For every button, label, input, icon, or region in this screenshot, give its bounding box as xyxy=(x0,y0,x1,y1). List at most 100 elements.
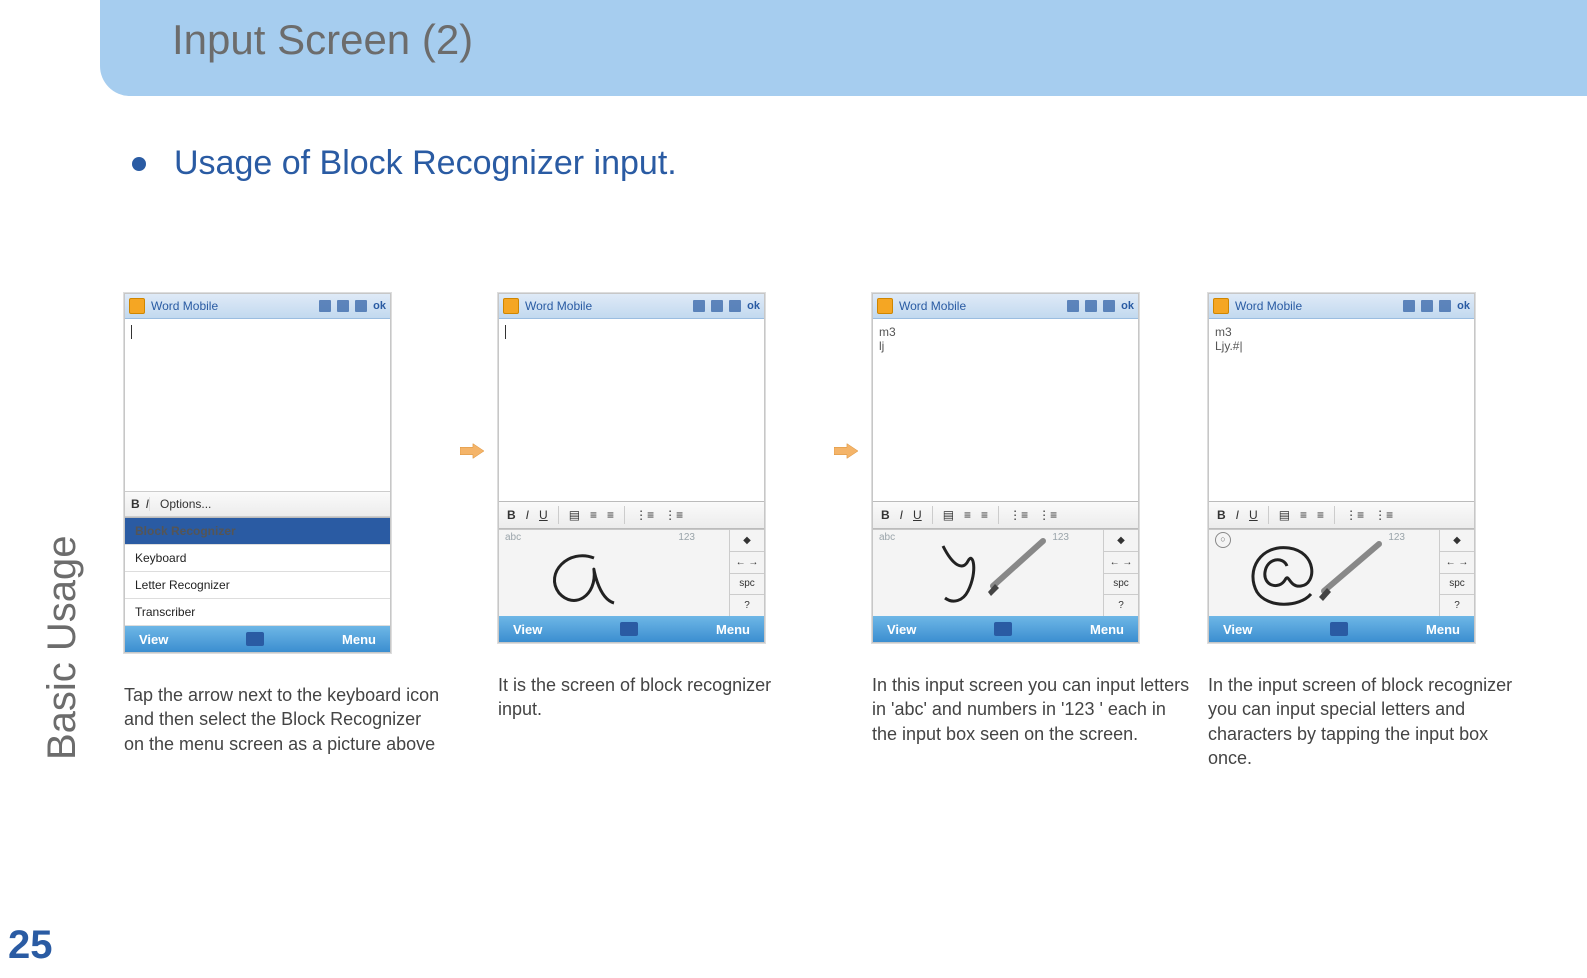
app-title: Word Mobile xyxy=(1235,299,1302,313)
menu-item-letter-recognizer[interactable]: Letter Recognizer xyxy=(125,572,390,599)
underline-button[interactable]: U xyxy=(1247,508,1260,522)
bullets-icon[interactable]: ⋮≡ xyxy=(1343,508,1366,522)
bullet-line: Usage of Block Recognizer input. xyxy=(132,144,1587,183)
align-right-icon[interactable]: ≡ xyxy=(979,508,990,522)
options-button[interactable]: Options... xyxy=(149,497,221,511)
view-softkey[interactable]: View xyxy=(887,622,916,637)
input-toggle-icon[interactable] xyxy=(994,622,1012,636)
doc-line-2: Ljy.#| xyxy=(1215,339,1468,353)
menu-softkey[interactable]: Menu xyxy=(1426,622,1460,637)
section-label: Basic Usage xyxy=(0,300,60,600)
bold-button[interactable]: B xyxy=(125,497,146,511)
rec-arrows[interactable]: ← → xyxy=(730,552,764,574)
rec-question[interactable]: ? xyxy=(1104,595,1138,616)
rec-question[interactable]: ? xyxy=(1440,595,1474,616)
bullets-icon[interactable]: ⋮≡ xyxy=(1007,508,1030,522)
arrow-right-icon xyxy=(834,443,858,459)
123-hint: 123 xyxy=(1388,532,1405,543)
ok-softkey[interactable]: ok xyxy=(747,300,760,312)
rec-arrows[interactable]: ← → xyxy=(1104,552,1138,574)
handwriting-stroke-at xyxy=(1239,536,1389,610)
numbering-icon[interactable]: ⋮≡ xyxy=(662,508,685,522)
italic-button[interactable]: I xyxy=(524,508,531,522)
recognizer-panel[interactable]: abc 123 ◆ ← → spc ? xyxy=(499,529,764,616)
italic-button[interactable]: I xyxy=(1234,508,1241,522)
view-softkey[interactable]: View xyxy=(139,632,168,647)
connection-icon xyxy=(693,300,705,312)
recognizer-panel[interactable]: 123 ○ ◆ ← → xyxy=(1209,529,1474,616)
menu-softkey[interactable]: Menu xyxy=(716,622,750,637)
rec-bullet[interactable]: ◆ xyxy=(730,530,764,552)
menu-softkey[interactable]: Menu xyxy=(342,632,376,647)
signal-icon xyxy=(1421,300,1433,312)
rec-enter-spc[interactable]: spc xyxy=(730,574,764,596)
caption-1: Tap the arrow next to the keyboard icon … xyxy=(124,683,444,756)
bullets-icon[interactable]: ⋮≡ xyxy=(633,508,656,522)
align-left-icon[interactable]: ▤ xyxy=(941,508,956,522)
align-center-icon[interactable]: ≡ xyxy=(1298,508,1309,522)
rec-bullet[interactable]: ◆ xyxy=(1440,530,1474,552)
rec-arrows[interactable]: ← → xyxy=(1440,552,1474,574)
rec-enter-spc[interactable]: spc xyxy=(1104,574,1138,596)
app-icon xyxy=(877,298,893,314)
bullet-dot-icon xyxy=(132,157,146,171)
page-number: 25 xyxy=(8,923,53,968)
input-method-menu: Block Recognizer Keyboard Letter Recogni… xyxy=(125,517,390,626)
doc-line-1: m3 xyxy=(879,325,1132,339)
format-toolbar: B I U ▤ ≡ ≡ ⋮≡ ⋮≡ xyxy=(873,501,1138,529)
bold-button[interactable]: B xyxy=(505,508,518,522)
align-left-icon[interactable]: ▤ xyxy=(1277,508,1292,522)
rec-bullet[interactable]: ◆ xyxy=(1104,530,1138,552)
connection-icon xyxy=(1403,300,1415,312)
signal-icon xyxy=(711,300,723,312)
softkey-bar: View Menu xyxy=(873,616,1138,642)
caption-4: In the input screen of block recognizer … xyxy=(1208,673,1528,770)
numbering-icon[interactable]: ⋮≡ xyxy=(1036,508,1059,522)
app-icon xyxy=(1213,298,1229,314)
device-screenshot-1: Word Mobile ok B I Options... xyxy=(124,293,391,653)
document-area: m3 lj xyxy=(873,319,1138,501)
arrow-2 xyxy=(834,443,858,459)
input-toggle-icon[interactable] xyxy=(1330,622,1348,636)
device-screenshot-3: Word Mobile ok m3 lj B I U xyxy=(872,293,1139,643)
rec-enter-spc[interactable]: spc xyxy=(1440,574,1474,596)
menu-softkey[interactable]: Menu xyxy=(1090,622,1124,637)
volume-icon xyxy=(729,300,741,312)
app-icon xyxy=(129,298,145,314)
123-hint: 123 xyxy=(1052,532,1069,543)
align-center-icon[interactable]: ≡ xyxy=(588,508,599,522)
view-softkey[interactable]: View xyxy=(1223,622,1252,637)
document-area xyxy=(499,319,764,501)
ok-softkey[interactable]: ok xyxy=(1457,300,1470,312)
underline-button[interactable]: U xyxy=(537,508,550,522)
rec-question[interactable]: ? xyxy=(730,595,764,616)
align-center-icon[interactable]: ≡ xyxy=(962,508,973,522)
menu-item-block-recognizer[interactable]: Block Recognizer xyxy=(125,518,390,545)
arrow-right-icon xyxy=(460,443,484,459)
signal-icon xyxy=(1085,300,1097,312)
titlebar: Word Mobile ok xyxy=(1209,294,1474,319)
bold-button[interactable]: B xyxy=(1215,508,1228,522)
bold-button[interactable]: B xyxy=(879,508,892,522)
numbering-icon[interactable]: ⋮≡ xyxy=(1372,508,1395,522)
device-screenshot-2: Word Mobile ok B I U ▤ xyxy=(498,293,765,643)
align-right-icon[interactable]: ≡ xyxy=(605,508,616,522)
ok-softkey[interactable]: ok xyxy=(373,300,386,312)
italic-button[interactable]: I xyxy=(898,508,905,522)
align-left-icon[interactable]: ▤ xyxy=(567,508,582,522)
menu-item-transcriber[interactable]: Transcriber xyxy=(125,599,390,626)
titlebar: Word Mobile ok xyxy=(125,294,390,319)
symbol-mode-icon[interactable]: ○ xyxy=(1215,532,1231,548)
align-right-icon[interactable]: ≡ xyxy=(1315,508,1326,522)
input-toggle-icon[interactable] xyxy=(246,632,264,646)
recognizer-panel[interactable]: abc 123 ◆ ← → xyxy=(873,529,1138,616)
doc-line-2: lj xyxy=(879,339,1132,353)
connection-icon xyxy=(319,300,331,312)
menu-item-keyboard[interactable]: Keyboard xyxy=(125,545,390,572)
input-toggle-icon[interactable] xyxy=(620,622,638,636)
volume-icon xyxy=(1439,300,1451,312)
123-hint: 123 xyxy=(678,532,695,543)
ok-softkey[interactable]: ok xyxy=(1121,300,1134,312)
underline-button[interactable]: U xyxy=(911,508,924,522)
view-softkey[interactable]: View xyxy=(513,622,542,637)
